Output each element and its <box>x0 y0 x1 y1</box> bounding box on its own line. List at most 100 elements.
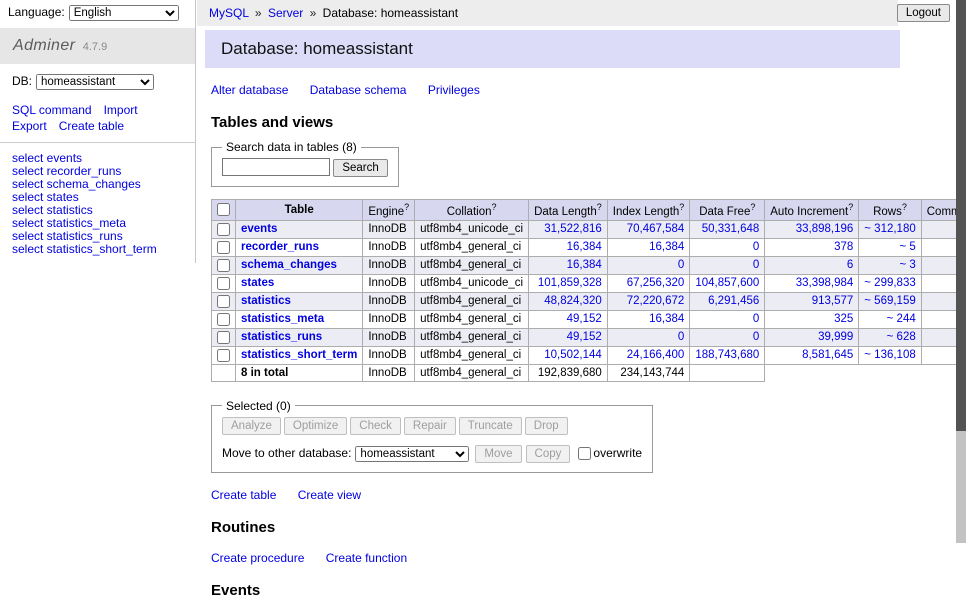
scrollbar[interactable] <box>956 0 966 543</box>
column-header-index-length[interactable]: Index Length? <box>607 200 690 221</box>
scrollbar-thumb[interactable] <box>956 0 966 431</box>
search-input[interactable] <box>222 158 330 176</box>
sidebar-table-link[interactable]: select recorder_runs <box>12 164 121 178</box>
row-checkbox[interactable] <box>217 349 230 362</box>
data-free-cell: 0 <box>690 238 765 256</box>
column-header-engine[interactable]: Engine? <box>363 200 415 221</box>
privileges-link[interactable]: Privileges <box>428 83 480 97</box>
sidebar-table-link[interactable]: select statistics <box>12 203 93 217</box>
breadcrumb-server[interactable]: Server <box>268 6 303 20</box>
sidebar-table-links: select eventsselect recorder_runsselect … <box>12 152 183 256</box>
create-function-link[interactable]: Create function <box>326 551 407 565</box>
search-button[interactable]: Search <box>333 159 387 177</box>
analyze-button[interactable]: Analyze <box>222 417 281 435</box>
tables-header-row: TableEngine?Collation?Data Length?Index … <box>212 200 966 221</box>
optimize-button[interactable]: Optimize <box>284 417 347 435</box>
move-db-select[interactable]: homeassistant <box>355 446 469 462</box>
column-header-data-length[interactable]: Data Length? <box>529 200 608 221</box>
row-checkbox-cell <box>212 220 236 238</box>
data-length-cell: 31,522,816 <box>529 220 608 238</box>
db-select[interactable]: homeassistant <box>36 74 154 90</box>
table-row: schema_changesInnoDButf8mb4_general_ci16… <box>212 256 966 274</box>
column-header-rows[interactable]: Rows? <box>859 200 921 221</box>
app-name[interactable]: Adminer <box>13 37 75 54</box>
index-length-cell: 16,384 <box>607 310 690 328</box>
sql-command-link[interactable]: SQL command <box>12 103 92 117</box>
move-button[interactable]: Move <box>475 445 521 463</box>
export-link[interactable]: Export <box>12 119 47 133</box>
row-checkbox[interactable] <box>217 295 230 308</box>
table-name-link[interactable]: statistics_meta <box>241 313 324 325</box>
sidebar-table-link[interactable]: select statistics_short_term <box>12 242 157 256</box>
data-free-cell: 6,291,456 <box>690 292 765 310</box>
engine-cell: InnoDB <box>363 238 415 256</box>
collation-cell: utf8mb4_unicode_ci <box>415 274 529 292</box>
sidebar-table-link[interactable]: select statistics_runs <box>12 229 123 243</box>
auto-increment-cell: 913,577 <box>765 292 859 310</box>
create-view-link[interactable]: Create view <box>298 488 361 502</box>
totals-label: 8 in total <box>236 364 363 381</box>
rows-cell: ~ 628 <box>859 328 921 346</box>
table-name-link[interactable]: statistics <box>241 295 291 307</box>
table-name-cell: events <box>236 220 363 238</box>
sidebar-table-link[interactable]: select events <box>12 151 82 165</box>
breadcrumb-separator: » <box>255 6 262 20</box>
create-table-link[interactable]: Create table <box>211 488 276 502</box>
table-name-link[interactable]: schema_changes <box>241 259 337 271</box>
rows-cell: ~ 569,159 <box>859 292 921 310</box>
app-version: 4.7.9 <box>83 41 107 53</box>
column-header-data-free[interactable]: Data Free? <box>690 200 765 221</box>
row-checkbox[interactable] <box>217 313 230 326</box>
row-checkbox[interactable] <box>217 223 230 236</box>
tables-body: events InnoDButf8mb4_unicode_ci 31,522,816… <box>212 220 966 364</box>
check-button[interactable]: Check <box>350 417 401 435</box>
column-header-collation[interactable]: Collation? <box>415 200 529 221</box>
table-name-link[interactable]: states <box>241 277 274 289</box>
sidebar-table-link[interactable]: select schema_changes <box>12 177 141 191</box>
search-legend: Search data in tables (8) <box>222 140 361 154</box>
row-checkbox[interactable] <box>217 277 230 290</box>
logout-button[interactable]: Logout <box>897 4 950 22</box>
table-name-link[interactable]: recorder_runs <box>241 241 319 253</box>
sidebar-table-link[interactable]: select statistics_meta <box>12 216 126 230</box>
table-name-cell: states <box>236 274 363 292</box>
auto-increment-cell: 39,999 <box>765 328 859 346</box>
table-row: statesInnoDButf8mb4_unicode_ci101,859,32… <box>212 274 966 292</box>
row-checkbox[interactable] <box>217 241 230 254</box>
overwrite-checkbox[interactable] <box>578 447 591 460</box>
table-name-link[interactable]: statistics_runs <box>241 331 322 343</box>
rows-cell: ~ 136,108 <box>859 346 921 364</box>
index-length-cell: 72,220,672 <box>607 292 690 310</box>
select-all-checkbox[interactable] <box>217 203 230 216</box>
import-link[interactable]: Import <box>104 103 138 117</box>
table-name-link[interactable]: events <box>241 223 277 235</box>
table-name-link[interactable]: statistics_short_term <box>241 349 357 361</box>
language-select[interactable]: English <box>69 5 179 21</box>
totals-data-free-cell <box>690 364 765 381</box>
index-length-cell: 70,467,584 <box>607 220 690 238</box>
copy-button[interactable]: Copy <box>526 445 571 463</box>
column-header-auto-increment[interactable]: Auto Increment? <box>765 200 859 221</box>
data-length-cell: 101,859,328 <box>529 274 608 292</box>
create-table-nav-link[interactable]: Create table <box>59 119 124 133</box>
truncate-button[interactable]: Truncate <box>459 417 522 435</box>
data-free-cell: 0 <box>690 328 765 346</box>
alter-database-link[interactable]: Alter database <box>211 83 288 97</box>
row-checkbox[interactable] <box>217 259 230 272</box>
auto-increment-cell: 325 <box>765 310 859 328</box>
row-checkbox[interactable] <box>217 331 230 344</box>
sidebar: Language:English Adminer 4.7.9 DB:homeas… <box>0 0 196 263</box>
table-row: statistics_runsInnoDButf8mb4_general_ci4… <box>212 328 966 346</box>
sidebar-table-link[interactable]: select states <box>12 190 79 204</box>
routine-links: Create procedure Create function <box>211 551 956 565</box>
row-checkbox-cell <box>212 328 236 346</box>
repair-button[interactable]: Repair <box>404 417 456 435</box>
table-name-cell: statistics_short_term <box>236 346 363 364</box>
database-schema-link[interactable]: Database schema <box>310 83 407 97</box>
app-header: Adminer 4.7.9 <box>0 28 195 64</box>
collation-cell: utf8mb4_general_ci <box>415 328 529 346</box>
drop-button[interactable]: Drop <box>525 417 568 435</box>
create-procedure-link[interactable]: Create procedure <box>211 551 304 565</box>
page-title: Database: homeassistant <box>205 30 900 68</box>
breadcrumb-mysql[interactable]: MySQL <box>209 6 249 20</box>
